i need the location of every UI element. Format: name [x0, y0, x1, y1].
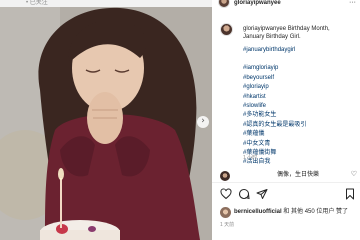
likes-count-text[interactable]: 和 其他 450 位用户 赞了 [283, 209, 348, 215]
caption-line-2: January Birthday Girl. [243, 34, 301, 40]
likes-summary: bernicelluofficial 和 其他 450 位用户 赞了 [220, 207, 360, 219]
hashtag-link[interactable]: #認真的女生最是最吸引 [243, 121, 306, 130]
comment-heart-icon[interactable]: ♡ [351, 171, 357, 179]
avatar[interactable] [220, 207, 231, 218]
comment-text: 偶像，生日快樂 [277, 172, 320, 178]
caption-avatar[interactable] [220, 23, 233, 36]
heart-icon[interactable] [220, 187, 232, 200]
hashtag-link[interactable]: #beyourself [243, 74, 306, 83]
post-timestamp: 1 天前 [220, 222, 235, 228]
action-bar [220, 187, 356, 200]
comment-row: 偶像，生日快樂 ♡ [220, 171, 358, 181]
post-panel: gloriayipwanyee ··· gloriayipwanyee Birt… [212, 0, 360, 240]
hashtag-link[interactable]: #iamgloriayip [243, 64, 306, 73]
caption-username[interactable]: gloriayipwanyee [243, 26, 286, 32]
hashtag-link[interactable]: #januarybirthdaygirl [243, 46, 306, 55]
post-header: gloriayipwanyee ··· [212, 0, 360, 9]
caption-first-line: gloriayipwanyee Birthday Month, [243, 26, 330, 33]
likes-username[interactable]: bernicelluofficial [234, 209, 282, 215]
share-icon[interactable] [256, 187, 268, 199]
comment-icon[interactable] [238, 187, 250, 200]
header-username[interactable]: gloriayipwanyee [234, 0, 281, 7]
caption-text: Birthday Month, [287, 26, 330, 32]
comment-avatar[interactable] [220, 171, 230, 181]
hashtag-link[interactable]: #葉蕴儀 [243, 130, 306, 139]
more-horizontal-icon[interactable]: ··· [349, 0, 356, 7]
hashtag-link[interactable]: #中女文青 [243, 140, 306, 149]
avatar[interactable] [218, 0, 230, 8]
hashtag-link[interactable]: #多功能女生 [243, 111, 306, 120]
divider [212, 182, 360, 183]
follow-status: • 已关注 [0, 0, 212, 7]
chevron-right-icon[interactable]: › [197, 116, 209, 128]
post-photo[interactable]: • 已关注 › [0, 0, 212, 240]
likes-text: bernicelluofficial 和 其他 450 位用户 赞了 [234, 209, 348, 216]
bookmark-icon[interactable] [344, 187, 356, 200]
hashtag-link[interactable]: #hkartist [243, 93, 306, 102]
photo-illustration [0, 0, 212, 240]
hashtag-link[interactable]: #slowlife [243, 102, 306, 111]
hashtag-list: #januarybirthdaygirl #iamgloriayip #beyo… [243, 46, 306, 168]
caption-time: 1 小时 [243, 155, 258, 161]
hashtag-link[interactable]: #gloriayip [243, 83, 306, 92]
